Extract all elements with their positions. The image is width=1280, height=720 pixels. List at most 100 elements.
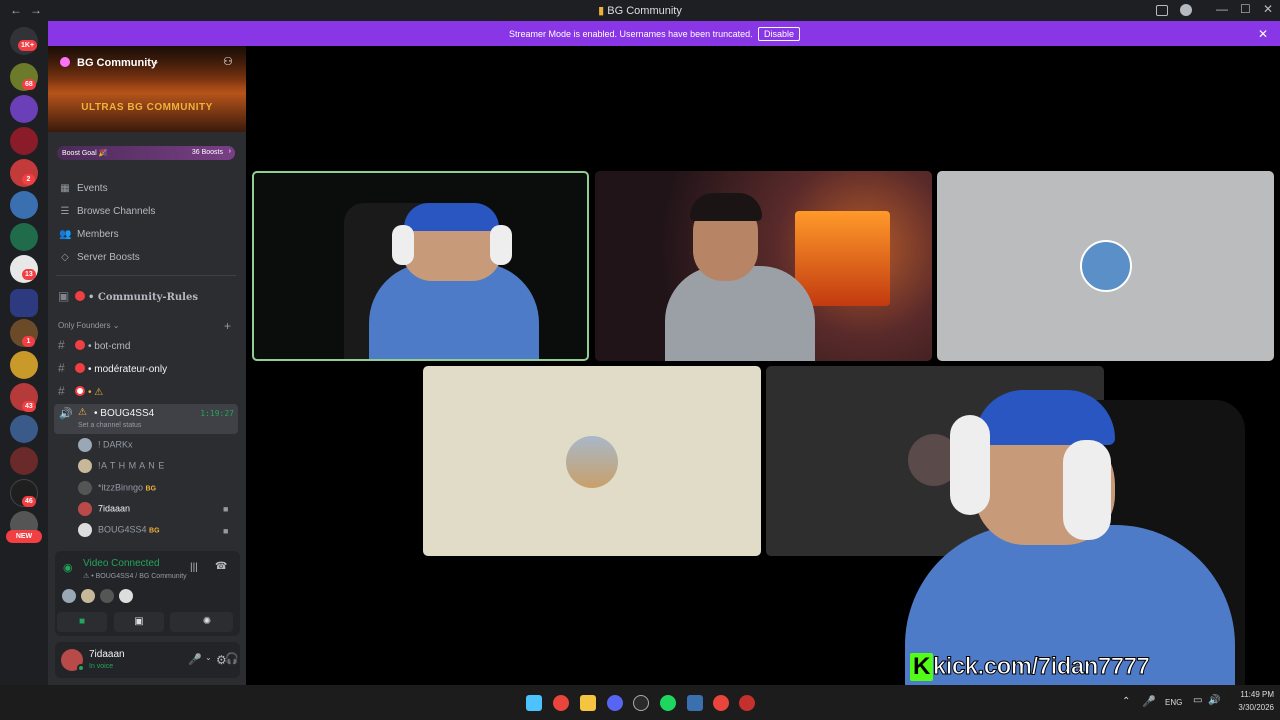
chrome-icon[interactable] — [553, 695, 569, 711]
voice-location[interactable]: ⚠ • BOUG4SS4 / BG Community — [83, 572, 187, 580]
user-name[interactable]: 7idaaan — [89, 649, 125, 660]
folder-icon[interactable] — [10, 289, 38, 317]
file-explorer-icon[interactable] — [580, 695, 596, 711]
clock-date[interactable]: 3/30/2026 — [1224, 703, 1274, 712]
video-tile-speaking[interactable] — [252, 171, 589, 361]
boost-goal-bar[interactable]: Boost Goal 🎉 36 Boosts › — [57, 146, 235, 160]
maximize-button[interactable]: ☐ — [1240, 2, 1251, 16]
discord-icon[interactable] — [607, 695, 623, 711]
microphone-icon[interactable]: 🎤 — [188, 653, 202, 666]
hash-icon: # — [58, 361, 65, 375]
avatar[interactable] — [100, 589, 114, 603]
spotify-icon[interactable] — [660, 695, 676, 711]
menu-members[interactable]: 👥 Members — [59, 229, 119, 247]
avatar[interactable] — [119, 589, 133, 603]
headphone-right — [1063, 440, 1111, 540]
voice-member[interactable]: ! DARKx — [78, 438, 133, 456]
headphone-left — [950, 415, 990, 515]
title-bar: ← → ▮ BG Community — ☐ ✕ — [0, 0, 1280, 21]
avatar — [78, 438, 92, 452]
server-icon[interactable] — [10, 351, 38, 379]
language-indicator[interactable]: ENG — [1165, 698, 1182, 707]
channel-sidebar: BG Community ⌄ ⚇ ULTRAS BG COMMUNITY Boo… — [48, 46, 246, 685]
server-icon[interactable] — [10, 223, 38, 251]
obs-icon[interactable] — [633, 695, 649, 711]
video-tile[interactable] — [423, 366, 761, 556]
voice-member[interactable]: *itzzBinngo BG — [78, 481, 156, 499]
user-panel: 7idaaan In voice 🎤 ⌄ 🎧 ⌄ — [55, 642, 240, 678]
voice-member[interactable]: !A T H M A N E — [78, 459, 165, 477]
hair — [690, 193, 762, 221]
taskbar: ⌃ 🎤 ENG ▭ 🔊 11:49 PM 3/30/2026 — [0, 685, 1280, 720]
screen-share-button[interactable]: ▣ — [114, 612, 164, 632]
avatar — [78, 459, 92, 473]
channel-community-rules[interactable]: ▣ • Community-Rules — [58, 289, 198, 307]
close-window-button[interactable]: ✕ — [1263, 2, 1273, 16]
avatar[interactable] — [81, 589, 95, 603]
settings-gear-icon[interactable]: ⚙ — [216, 653, 227, 667]
divider — [56, 275, 236, 276]
hash-icon: # — [58, 338, 65, 352]
camera-button[interactable]: ■ — [57, 612, 107, 632]
chevron-down-icon[interactable]: ⌄ — [205, 653, 212, 662]
voice-member[interactable]: BOUG4SS4 BG — [78, 523, 160, 541]
close-icon[interactable]: ✕ — [1258, 27, 1268, 41]
add-channel-icon[interactable]: + — [224, 319, 231, 333]
server-icon[interactable] — [10, 191, 38, 219]
volume-icon[interactable]: 🔊 — [1208, 695, 1220, 706]
disable-button[interactable]: Disable — [758, 27, 801, 41]
chrome-icon[interactable] — [713, 695, 729, 711]
server-name[interactable]: BG Community — [77, 57, 157, 69]
soundboard-button[interactable]: ✺ — [181, 612, 233, 632]
video-tile[interactable] — [937, 171, 1274, 361]
server-banner[interactable]: BG Community ⌄ ⚇ ULTRAS BG COMMUNITY — [48, 46, 246, 132]
soundboard-icon: ✺ — [202, 616, 212, 627]
user-status: In voice — [89, 663, 114, 670]
avatar — [78, 523, 92, 537]
help-icon[interactable] — [1180, 4, 1192, 16]
menu-server-boosts[interactable]: ◇ Server Boosts — [59, 252, 140, 270]
headphones-icon[interactable]: 🎧 — [225, 652, 239, 665]
channel-status-placeholder[interactable]: Set a channel status — [78, 422, 141, 429]
youtube-icon[interactable] — [739, 695, 755, 711]
video-tile[interactable] — [595, 171, 932, 361]
channel-warning[interactable]: # • ⚠ — [58, 384, 103, 402]
disconnect-icon[interactable]: ☎ — [215, 561, 227, 572]
menu-label: Events — [77, 183, 108, 194]
microphone-icon[interactable]: 🎤 — [1142, 695, 1156, 708]
noise-suppression-icon[interactable]: ||| — [190, 562, 198, 573]
server-icon[interactable] — [10, 415, 38, 443]
channel-label: • Community-Rules — [88, 292, 198, 303]
channel-bot-cmd[interactable]: # • bot-cmd — [58, 338, 130, 356]
user-avatar — [566, 436, 618, 488]
avatar[interactable] — [62, 589, 76, 603]
kick-url: kick.com/7idan7777 — [932, 653, 1150, 681]
server-icon[interactable] — [10, 447, 38, 475]
voice-channel-row[interactable]: 🔊 ⚠ • BOUG4SS4 1:19:27 Set a channel sta… — [54, 404, 238, 434]
members-icon: 👥 — [59, 229, 72, 240]
channel-moderateur-only[interactable]: # • modérateur-only — [58, 361, 167, 379]
category-only-founders[interactable]: Only Founders ⌄ — [58, 321, 119, 339]
minimize-button[interactable]: — — [1216, 2, 1228, 16]
clock-time[interactable]: 11:49 PM — [1230, 690, 1274, 699]
new-pill[interactable]: NEW — [6, 530, 42, 543]
voice-status[interactable]: Video Connected — [83, 558, 160, 569]
inbox-icon[interactable] — [1156, 5, 1168, 16]
network-icon[interactable]: ▭ — [1193, 695, 1202, 706]
windows-start-icon[interactable] — [526, 695, 542, 711]
signal-icon[interactable]: ◉ — [63, 561, 73, 574]
headphone-right — [490, 225, 512, 265]
chevron-up-icon[interactable]: ⌃ — [1122, 696, 1130, 707]
chevron-down-icon[interactable]: ⌄ — [152, 56, 160, 67]
menu-events[interactable]: ▦ Events — [59, 183, 108, 201]
voice-member[interactable]: 7idaaan — [78, 502, 130, 520]
menu-browse-channels[interactable]: ☰ Browse Channels — [59, 206, 156, 224]
no-entry-icon — [75, 386, 85, 396]
invite-icon[interactable]: ⚇ — [223, 55, 233, 68]
app-icon[interactable] — [687, 695, 703, 711]
server-icon[interactable] — [10, 127, 38, 155]
list-icon: ☰ — [60, 206, 70, 217]
menu-label: Members — [77, 229, 119, 240]
warning-icon: ⚠ — [78, 407, 87, 418]
server-icon[interactable] — [10, 95, 38, 123]
